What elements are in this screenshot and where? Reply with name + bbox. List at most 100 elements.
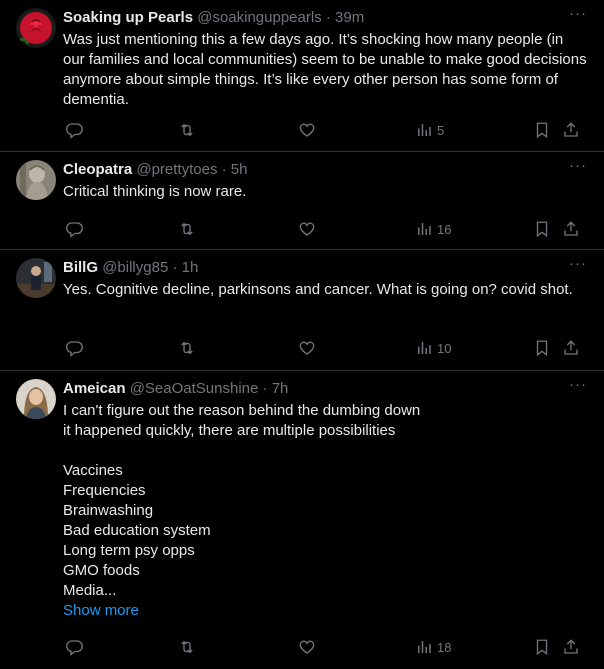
tweet-line: Media...	[63, 582, 117, 599]
bookmark-button[interactable]	[533, 637, 551, 657]
tweet-line: GMO foods	[63, 562, 140, 579]
reply-feed: Soaking up Pearls @soakinguppearls · 39m…	[0, 0, 604, 669]
display-name[interactable]: Cleopatra	[63, 161, 132, 178]
heart-icon	[299, 341, 315, 355]
avatar[interactable]	[16, 379, 56, 419]
reply-icon	[65, 222, 83, 238]
bookmark-icon	[536, 122, 548, 139]
reply-button[interactable]	[65, 637, 83, 657]
tweet-text: Critical thinking is now rare.	[63, 183, 247, 200]
tweet-line: Vaccines	[63, 462, 123, 479]
retweet-button[interactable]	[178, 219, 196, 239]
like-button[interactable]	[298, 637, 316, 657]
retweet-icon	[181, 341, 193, 355]
user-handle[interactable]: @soakinguppearls	[197, 9, 321, 26]
separator-dot: ·	[172, 259, 178, 276]
share-button[interactable]	[562, 637, 580, 657]
display-name[interactable]: BillG	[63, 259, 98, 276]
heart-icon	[299, 123, 315, 137]
separator-dot: ·	[325, 9, 331, 26]
tweet-header: Ameican @SeaOatSunshine · 7h ···	[63, 377, 588, 399]
retweet-icon	[181, 222, 193, 236]
bookmark-icon	[536, 639, 548, 656]
tweet[interactable]: Soaking up Pearls @soakinguppearls · 39m…	[0, 0, 604, 152]
views-count: 5	[437, 122, 445, 138]
more-options-icon[interactable]: ···	[568, 6, 588, 28]
like-button[interactable]	[298, 219, 316, 239]
tweet-actions: 5	[63, 120, 578, 140]
bookmark-button[interactable]	[533, 338, 551, 358]
tweet-line: Bad education system	[63, 522, 211, 539]
views-icon	[418, 641, 431, 653]
tweet-text: Yes. Cognitive decline, parkinsons and c…	[63, 281, 573, 298]
share-icon	[564, 122, 578, 137]
retweet-button[interactable]	[178, 120, 196, 140]
reply-button[interactable]	[65, 120, 83, 140]
retweet-button[interactable]	[178, 338, 196, 358]
tweet-header: Cleopatra @prettytoes · 5h ···	[63, 158, 588, 180]
timestamp[interactable]: 5h	[231, 161, 248, 178]
tweet[interactable]: BillG @billyg85 · 1h ··· Yes. Cognitive …	[0, 250, 604, 371]
retweet-button[interactable]	[178, 637, 196, 657]
more-options-icon[interactable]: ···	[568, 256, 588, 278]
woman-avatar-icon	[16, 379, 56, 419]
share-button[interactable]	[562, 219, 580, 239]
more-options-icon[interactable]: ···	[568, 377, 588, 399]
bookmark-icon	[536, 340, 548, 357]
retweet-icon	[181, 123, 193, 137]
tweet-text: Was just mentioning this a few days ago.…	[63, 31, 587, 108]
views-icon	[418, 342, 431, 354]
separator-dot: ·	[221, 161, 227, 178]
timestamp[interactable]: 39m	[335, 9, 364, 26]
views-button[interactable]: 18	[415, 637, 451, 657]
avatar[interactable]	[16, 258, 56, 298]
tweet-line: Long term psy opps	[63, 542, 195, 559]
statue-avatar-icon	[16, 160, 56, 200]
share-button[interactable]	[562, 338, 580, 358]
like-button[interactable]	[298, 120, 316, 140]
avatar[interactable]	[16, 8, 56, 48]
timestamp[interactable]: 7h	[272, 380, 289, 397]
separator-dot: ·	[262, 380, 268, 397]
tweet-header: BillG @billyg85 · 1h ···	[63, 256, 588, 278]
bookmark-button[interactable]	[533, 120, 551, 140]
like-button[interactable]	[298, 338, 316, 358]
tweet[interactable]: Cleopatra @prettytoes · 5h ··· Critical …	[0, 152, 604, 250]
tweet[interactable]: Ameican @SeaOatSunshine · 7h ··· I can't…	[0, 371, 604, 669]
rose-avatar-icon	[16, 8, 56, 48]
views-button[interactable]: 5	[415, 120, 444, 140]
avatar[interactable]	[16, 160, 56, 200]
tweet-line: Brainwashing	[63, 502, 154, 519]
views-icon	[418, 124, 431, 136]
show-more-link[interactable]: Show more	[63, 601, 588, 621]
tweet-header: Soaking up Pearls @soakinguppearls · 39m…	[63, 6, 588, 28]
retweet-icon	[181, 640, 193, 654]
share-icon	[564, 221, 578, 236]
reply-button[interactable]	[65, 219, 83, 239]
reply-icon	[65, 123, 83, 139]
timestamp[interactable]: 1h	[182, 259, 199, 276]
tweet-line	[63, 441, 588, 461]
tweet-actions: 10	[63, 338, 578, 358]
reply-icon	[65, 640, 83, 656]
reply-icon	[65, 341, 83, 357]
bookmark-button[interactable]	[533, 219, 551, 239]
person-avatar-icon	[16, 258, 56, 298]
views-button[interactable]: 16	[415, 219, 451, 239]
display-name[interactable]: Soaking up Pearls	[63, 9, 193, 26]
user-handle[interactable]: @prettytoes	[136, 161, 217, 178]
display-name[interactable]: Ameican	[63, 380, 126, 397]
views-button[interactable]: 10	[415, 338, 451, 358]
share-button[interactable]	[562, 120, 580, 140]
tweet-text: I can't figure out the reason behind the…	[63, 401, 588, 621]
share-icon	[564, 340, 578, 355]
share-icon	[564, 639, 578, 654]
more-options-icon[interactable]: ···	[568, 158, 588, 180]
views-count: 18	[437, 639, 452, 655]
reply-button[interactable]	[65, 338, 83, 358]
tweet-line: Frequencies	[63, 482, 146, 499]
user-handle[interactable]: @billyg85	[102, 259, 168, 276]
user-handle[interactable]: @SeaOatSunshine	[130, 380, 259, 397]
tweet-actions: 18	[63, 637, 578, 657]
views-icon	[418, 223, 431, 235]
